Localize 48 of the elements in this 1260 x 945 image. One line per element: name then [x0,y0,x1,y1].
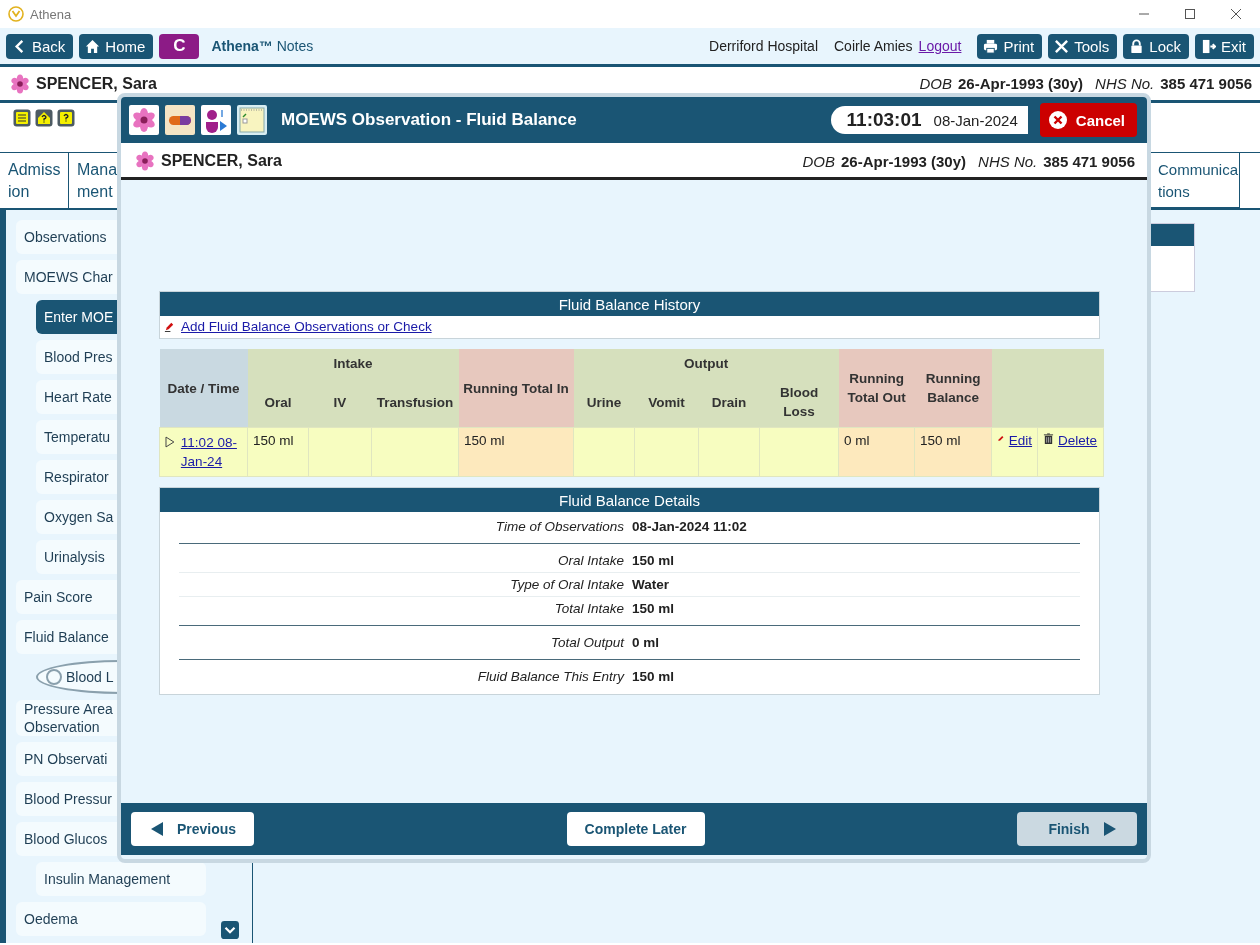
table-cell: 150 ml [253,433,294,448]
column-header: Running Total Out [838,349,915,428]
column-header: Date / Time [159,349,248,428]
dob-label: DOB [919,75,952,92]
window-title: Athena [30,6,72,22]
column-header: Running Total In [458,349,574,428]
detail-value: 0 ml [632,635,659,650]
patient-name: SPENCER, Sara [36,74,157,93]
detail-value: 150 ml [632,601,675,616]
hospital-name: Derriford Hospital [709,38,818,54]
column-header: Transfusion [371,377,459,428]
dob-label: DOB [802,152,835,170]
column-header: Oral [247,377,309,428]
column-header: IV [308,377,372,428]
dialog-title: MOEWS Observation - Fluid Balance [281,110,577,130]
section-header: Fluid Balance History [160,292,1099,316]
clock-date: 08-Jan-2024 [933,111,1018,129]
detail-value: Water [632,577,669,592]
column-group-header: Intake [247,349,459,377]
nhs-value: 385 471 9056 [1160,75,1252,92]
clock-time: 11:03:01 [846,109,922,131]
detail-label: Oral Intake [556,553,624,568]
table-cell: 0 ml [844,433,870,448]
detail-value: 150 ml [632,553,675,568]
detail-value: 150 ml [632,669,675,684]
user-name: Coirle Amies [834,38,913,54]
detail-value: 08-Jan-2024 11:02 [632,519,747,534]
app-brand: Athena™ Notes [211,38,314,54]
detail-label: Fluid Balance This Entry [476,669,624,684]
patient-name: SPENCER, Sara [161,152,282,170]
detail-label: Time of Observations [494,519,624,534]
column-header: Running Balance [914,349,992,428]
detail-label: Total Output [549,635,624,650]
dob-value: 26-Apr-1993 (30y) [841,152,967,170]
column-header: Urine [573,377,635,428]
table-cell: 150 ml [464,433,505,448]
column-header: Drain [698,377,760,428]
nhs-label: NHS No. [978,152,1038,170]
nhs-label: NHS No. [1095,75,1155,92]
dob-value: 26-Apr-1993 (30y) [958,75,1084,92]
column-header: Blood Loss [759,377,839,428]
nhs-value: 385 471 9056 [1043,152,1135,170]
table-cell: 150 ml [920,433,961,448]
detail-label: Type of Oral Intake [509,577,624,592]
column-header: Vomit [634,377,699,428]
section-header: Fluid Balance Details [160,488,1099,512]
detail-label: Total Intake [553,601,624,616]
column-group-header: Output [573,349,839,377]
